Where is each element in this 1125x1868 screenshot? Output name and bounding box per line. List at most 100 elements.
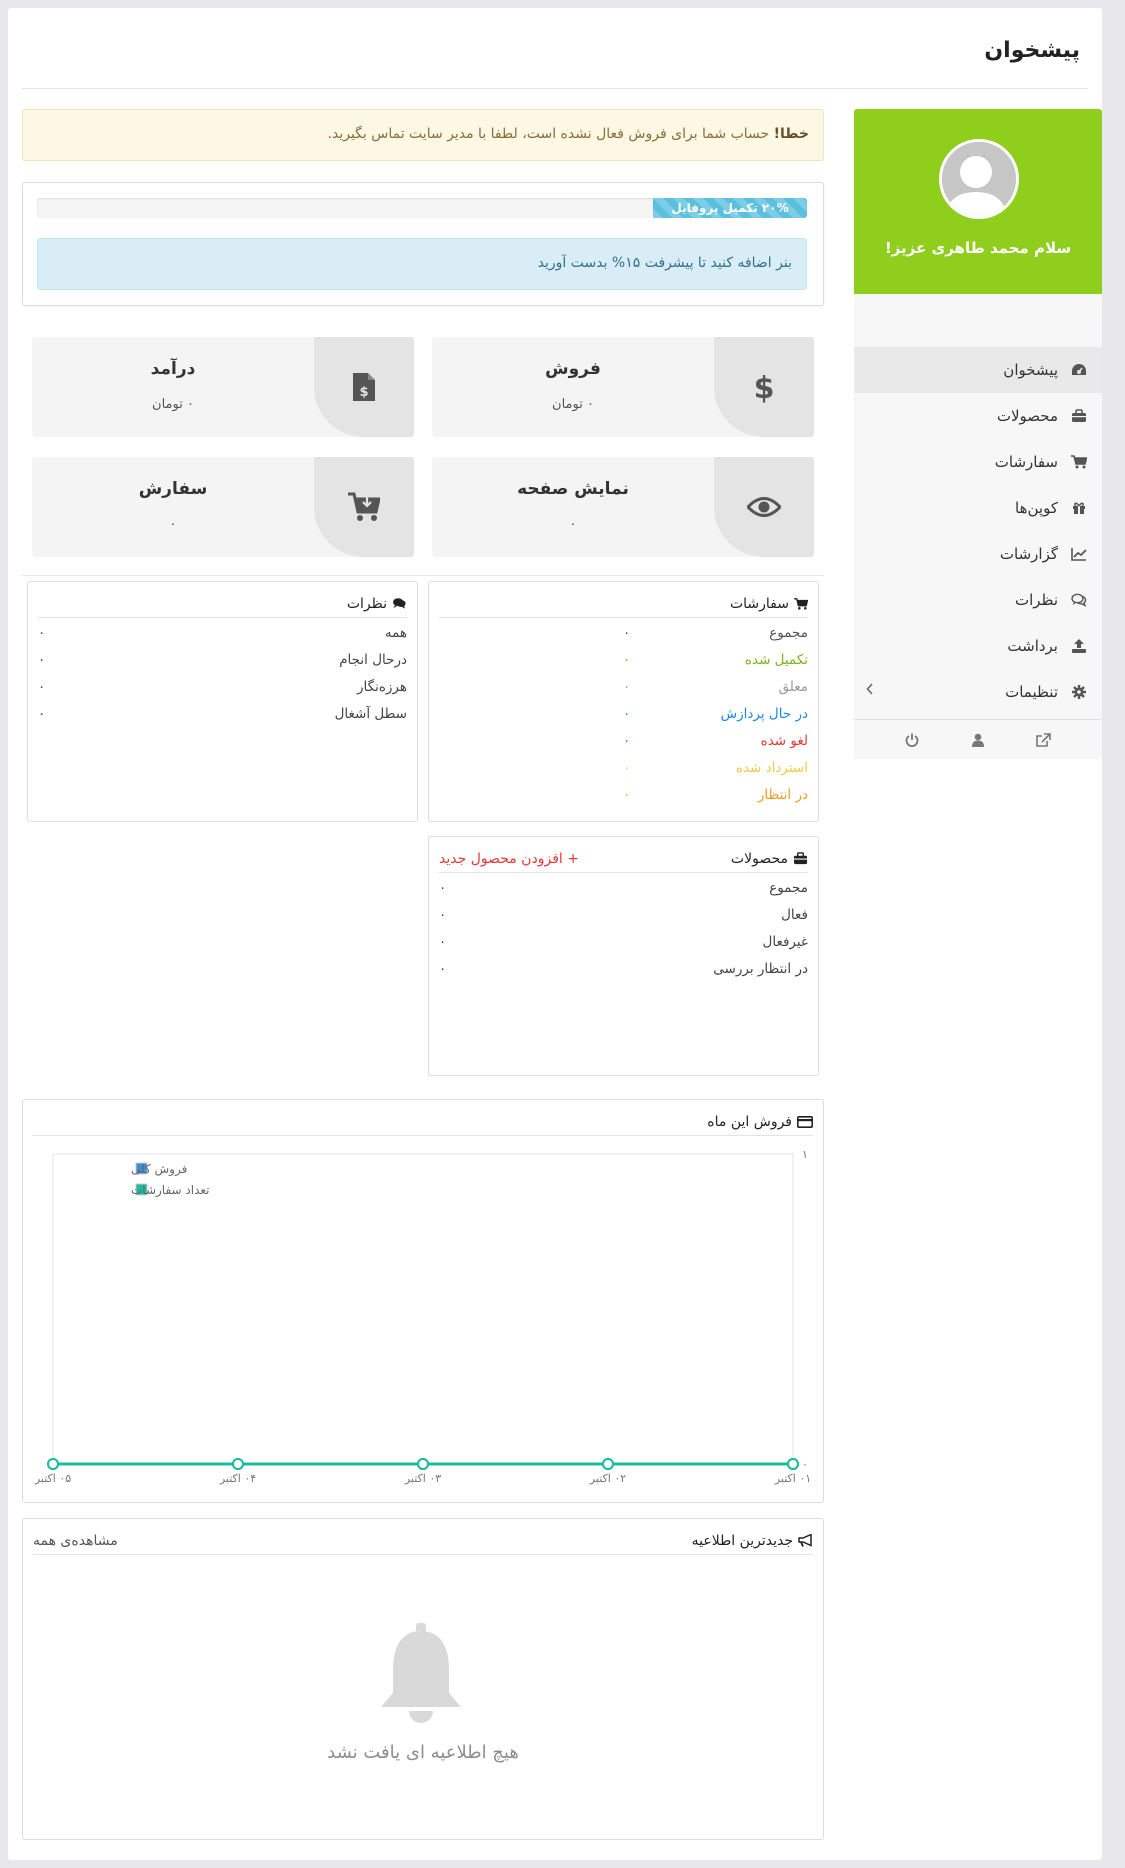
sidebar-item-label: برداشت bbox=[1007, 637, 1058, 655]
row-label: مجموع bbox=[769, 880, 808, 896]
svg-text:$: $ bbox=[754, 371, 774, 403]
panel-title: نظرات bbox=[346, 595, 387, 612]
x-tick-label: ۰۱ اکتبر bbox=[774, 1472, 811, 1485]
reviews-panel-header: نظرات bbox=[38, 590, 407, 618]
panel-row[interactable]: فعال ۰ bbox=[439, 907, 808, 929]
row-label: در انتظار bbox=[757, 787, 808, 803]
stat-value: ۰ تومان bbox=[152, 397, 194, 412]
y-tick-label: ۰ bbox=[802, 1458, 808, 1471]
stat-value: ۰ تومان bbox=[552, 397, 594, 412]
gift-icon bbox=[1068, 501, 1090, 515]
avatar[interactable] bbox=[939, 139, 1019, 219]
row-value: ۰ bbox=[38, 625, 46, 641]
invoice-dollar-icon: $ bbox=[314, 337, 414, 437]
x-tick-label: ۰۲ اکتبر bbox=[589, 1472, 626, 1485]
series-point-1 bbox=[232, 1458, 244, 1470]
briefcase-icon bbox=[1068, 409, 1090, 423]
add-product-link[interactable]: + افزودن محصول جدید bbox=[439, 851, 579, 867]
cart-icon bbox=[1068, 455, 1090, 469]
panel-title: سفارشات bbox=[729, 595, 789, 612]
briefcase-icon bbox=[793, 852, 808, 865]
series-point-1 bbox=[787, 1458, 799, 1470]
sidebar-item-label: سفارشات bbox=[994, 453, 1058, 471]
row-label: هرزه‌نگار bbox=[356, 679, 407, 695]
line-chart-icon bbox=[1068, 547, 1090, 561]
empty-announcements-message: هیچ اطلاعیه ای یافت نشد bbox=[327, 1742, 519, 1763]
alert-text: حساب شما برای فروش فعال نشده است، لطفا ب… bbox=[327, 126, 774, 142]
y-tick-label: ۱ bbox=[802, 1148, 808, 1161]
sidebar-item-reviews[interactable]: نظرات bbox=[854, 577, 1102, 623]
plot-area bbox=[52, 1153, 794, 1465]
sidebar-item-label: تنظیمات bbox=[1005, 683, 1058, 701]
stats-divider bbox=[22, 575, 824, 576]
row-label: استرداد شده bbox=[735, 760, 808, 776]
chart-panel-header: فروش این ماه bbox=[33, 1108, 813, 1136]
panel-row[interactable]: درحال انجام ۰ bbox=[38, 652, 407, 674]
panel-row[interactable]: تکمیل شده ۰ bbox=[439, 652, 808, 674]
page-title: پیشخوان bbox=[984, 38, 1080, 63]
bell-icon bbox=[373, 1623, 469, 1731]
chevron-left-icon[interactable] bbox=[866, 683, 874, 699]
sidebar-item-label: کوپن‌ها bbox=[1015, 499, 1058, 517]
sidebar-item-orders[interactable]: سفارشات bbox=[854, 439, 1102, 485]
row-label: تکمیل شده bbox=[744, 652, 808, 668]
sidebar-header-curve bbox=[854, 269, 1102, 309]
alert-strong: خطا! bbox=[773, 126, 809, 142]
row-label: غیرفعال bbox=[762, 934, 808, 950]
greeting-text: سلام محمد طاهری عزیز! bbox=[884, 239, 1072, 257]
sidebar-item-products[interactable]: محصولات bbox=[854, 393, 1102, 439]
sidebar-item-coupons[interactable]: کوپن‌ها bbox=[854, 485, 1102, 531]
dashboard-icon bbox=[1068, 363, 1090, 377]
legend-label: فروش کلی bbox=[131, 1162, 187, 1177]
stat-label: درآمد bbox=[150, 359, 196, 379]
panel-row[interactable]: مجموع ۰ bbox=[439, 880, 808, 902]
stat-card-sales: $ فروش ۰ تومان bbox=[432, 337, 814, 437]
panel-title: محصولات bbox=[730, 850, 788, 867]
user-icon[interactable] bbox=[971, 733, 984, 747]
panel-row[interactable]: غیرفعال ۰ bbox=[439, 934, 808, 956]
stat-value: ۰ bbox=[569, 517, 577, 532]
row-value: ۰ bbox=[623, 760, 631, 776]
row-label: سطل آشغال bbox=[334, 706, 407, 722]
row-value: ۰ bbox=[623, 706, 631, 722]
row-label: در انتظار بررسی bbox=[713, 961, 808, 977]
row-value: ۰ bbox=[623, 652, 631, 668]
cart-icon bbox=[794, 597, 808, 610]
sidebar-item-withdraw[interactable]: برداشت bbox=[854, 623, 1102, 669]
announcements-title: جدیدترین اطلاعیه bbox=[691, 1532, 793, 1549]
monthly-sales-chart-panel: فروش این ماه ۰ ۱ ۰۱ اکتبر ۰۲ اکتبر ۰۳ اکتبر ۰… bbox=[22, 1099, 824, 1503]
profile-progress-box: ۲۰% تکمیل پروفایل بنر اضافه کنید تا پیشر… bbox=[22, 182, 824, 306]
panel-row[interactable]: همه ۰ bbox=[38, 625, 407, 647]
sidebar-item-settings[interactable]: تنظیمات bbox=[854, 669, 1102, 715]
sidebar-item-dashboard[interactable]: پیشخوان bbox=[854, 347, 1102, 393]
power-icon[interactable] bbox=[905, 733, 919, 747]
series-point-1 bbox=[417, 1458, 429, 1470]
stat-card-income: $ درآمد ۰ تومان bbox=[32, 337, 414, 437]
panel-row[interactable]: در انتظار ۰ bbox=[439, 787, 808, 809]
external-link-icon[interactable] bbox=[1036, 732, 1051, 747]
panel-row[interactable]: مجموع ۰ bbox=[439, 625, 808, 647]
sidebar-footer bbox=[854, 719, 1102, 759]
panel-row[interactable]: لغو شده ۰ bbox=[439, 733, 808, 755]
row-label: لغو شده bbox=[760, 733, 808, 749]
row-value: ۰ bbox=[38, 652, 46, 668]
panel-row[interactable]: هرزه‌نگار ۰ bbox=[38, 679, 407, 701]
sidebar-profile-header: سلام محمد طاهری عزیز! bbox=[854, 109, 1102, 294]
panel-row[interactable]: سطل آشغال ۰ bbox=[38, 706, 407, 728]
panel-row[interactable]: استرداد شده ۰ bbox=[439, 760, 808, 782]
profile-progress-fill: ۲۰% تکمیل پروفایل bbox=[653, 198, 807, 218]
comments-icon bbox=[392, 597, 407, 610]
row-value: ۰ bbox=[439, 880, 447, 896]
sidebar-item-reports[interactable]: گزارشات bbox=[854, 531, 1102, 577]
panel-row[interactable]: در حال پردازش ۰ bbox=[439, 706, 808, 728]
row-value: ۰ bbox=[623, 733, 631, 749]
sidebar: سلام محمد طاهری عزیز! پیشخوان محصولات سف… bbox=[854, 109, 1102, 759]
upload-icon bbox=[1068, 639, 1090, 653]
products-panel-header: محصولات + افزودن محصول جدید bbox=[439, 845, 808, 873]
panel-row[interactable]: معلق ۰ bbox=[439, 679, 808, 701]
orders-panel: سفارشات مجموع ۰ تکمیل شده ۰ معلق ۰ در حال پردا… bbox=[428, 581, 819, 822]
panel-row[interactable]: در انتظار بررسی ۰ bbox=[439, 961, 808, 983]
row-value: ۰ bbox=[439, 907, 447, 923]
view-all-link[interactable]: مشاهده‌ی همه bbox=[33, 1533, 118, 1549]
title-divider bbox=[22, 88, 1088, 89]
